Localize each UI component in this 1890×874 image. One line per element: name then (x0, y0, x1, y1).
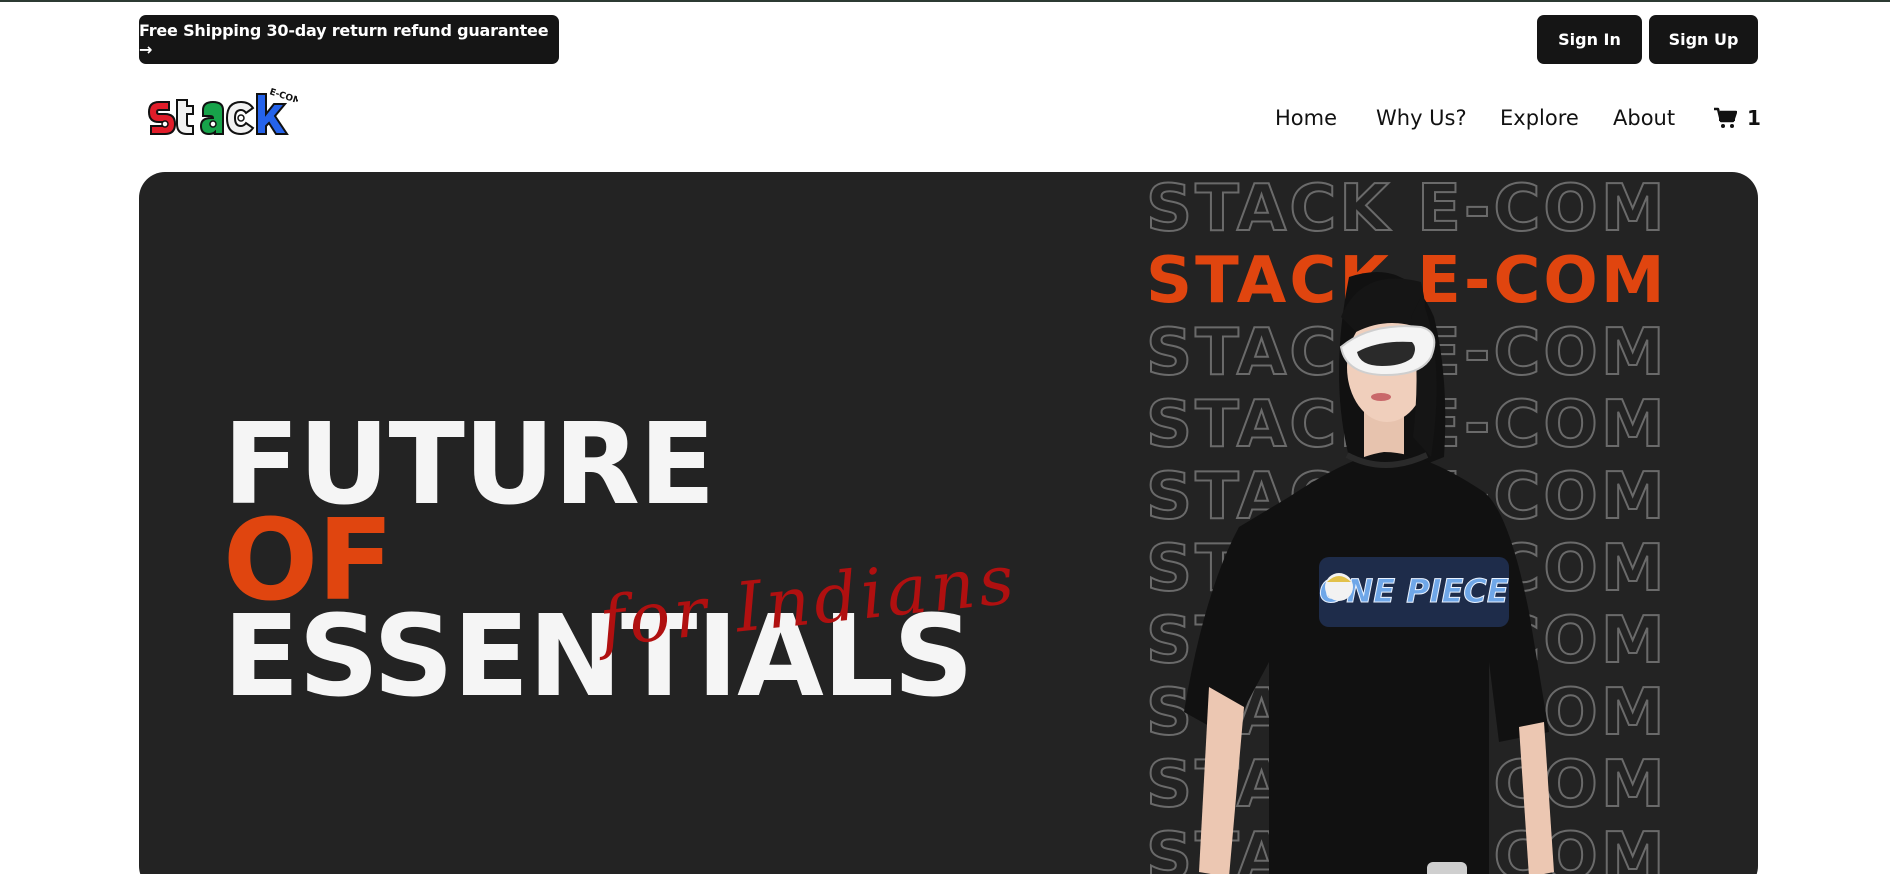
nav-explore[interactable]: Explore (1500, 100, 1579, 136)
sign-in-button[interactable]: Sign In (1537, 15, 1642, 64)
nav-about[interactable]: About (1613, 100, 1675, 136)
promo-banner-button[interactable]: Free Shipping 30-day return refund guara… (139, 15, 559, 64)
model-photo: ONE PIECE (1184, 272, 1554, 874)
top-border (0, 0, 1890, 2)
stack-ecom-logo[interactable]: E-COM (143, 84, 298, 144)
sign-up-button[interactable]: Sign Up (1649, 15, 1758, 64)
cart-count: 1 (1747, 106, 1761, 130)
cart-button[interactable]: 1 (1713, 102, 1761, 134)
hero-banner: FUTURE OF ESSENTIALS for Indians STACK E… (139, 172, 1758, 874)
stack-text-line: STACK E-COM (1145, 172, 1668, 247)
nav-home[interactable]: Home (1275, 100, 1337, 136)
nav-why-us[interactable]: Why Us? (1376, 100, 1467, 136)
cart-icon (1714, 107, 1737, 128)
